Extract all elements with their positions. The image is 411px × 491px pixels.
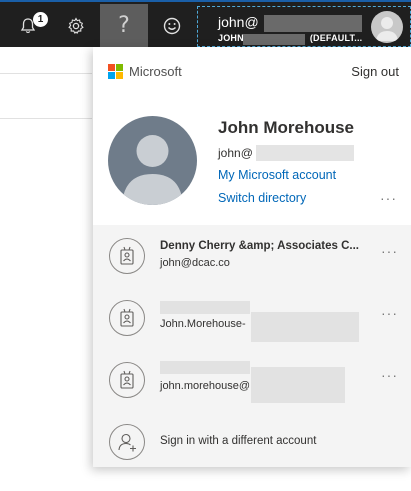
redacted-block	[251, 312, 359, 342]
notifications-button[interactable]: 1	[4, 4, 52, 47]
settings-button[interactable]	[52, 4, 100, 47]
user-email: john@	[218, 146, 253, 160]
redacted-block	[251, 367, 345, 403]
badge-icon	[109, 300, 145, 336]
sign-out-link[interactable]: Sign out	[351, 64, 399, 79]
account-email: john@dcac.co	[160, 257, 230, 269]
account-name: john@	[218, 14, 259, 30]
help-button[interactable]: ?	[100, 4, 148, 47]
user-display-name: John Morehouse	[218, 118, 355, 137]
redacted-block	[256, 145, 354, 161]
help-icon: ?	[118, 13, 130, 38]
more-options-button[interactable]: ···	[381, 305, 398, 321]
user-avatar	[108, 116, 197, 205]
switch-directory-link[interactable]: Switch directory	[218, 191, 306, 205]
account-title: Denny Cherry &amp; Associates C...	[160, 240, 359, 252]
account-email: John.Morehouse-	[160, 318, 246, 330]
more-options-button[interactable]: ···	[381, 243, 398, 259]
more-options-button[interactable]: ···	[380, 190, 397, 206]
more-options-button[interactable]: ···	[381, 367, 398, 383]
redacted-block	[160, 361, 250, 374]
sign-in-different-account[interactable]: Sign in with a different account	[93, 411, 411, 473]
feedback-button[interactable]	[148, 4, 196, 47]
sign-in-other-label: Sign in with a different account	[160, 435, 317, 447]
account-list-item[interactable]: John.Morehouse- ···	[93, 287, 411, 349]
redacted-block	[243, 34, 305, 45]
my-account-link[interactable]: My Microsoft account	[218, 168, 336, 182]
badge-icon	[109, 238, 145, 274]
badge-icon	[109, 362, 145, 398]
top-bar: 1 ? john@ JOHN (DEFAULT...	[0, 0, 411, 47]
account-menu-button[interactable]: john@ JOHN (DEFAULT...	[197, 6, 411, 47]
account-list-item[interactable]: Denny Cherry &amp; Associates C... john@…	[93, 225, 411, 287]
smiley-icon	[163, 17, 181, 34]
avatar	[371, 11, 403, 43]
background-divider	[0, 73, 92, 74]
brand-name: Microsoft	[129, 64, 182, 79]
redacted-block	[264, 15, 362, 32]
add-user-icon	[109, 424, 145, 460]
account-panel: Microsoft Sign out John Morehouse john@ …	[93, 47, 411, 467]
microsoft-logo-icon	[108, 64, 124, 80]
other-accounts-list: Denny Cherry &amp; Associates C... john@…	[93, 225, 411, 467]
account-list-item[interactable]: john.morehouse@ ···	[93, 349, 411, 411]
redacted-block	[160, 301, 250, 314]
account-email: john.morehouse@	[160, 380, 251, 392]
background-divider	[0, 118, 92, 119]
notification-badge: 1	[33, 12, 48, 27]
gear-icon	[68, 16, 84, 34]
